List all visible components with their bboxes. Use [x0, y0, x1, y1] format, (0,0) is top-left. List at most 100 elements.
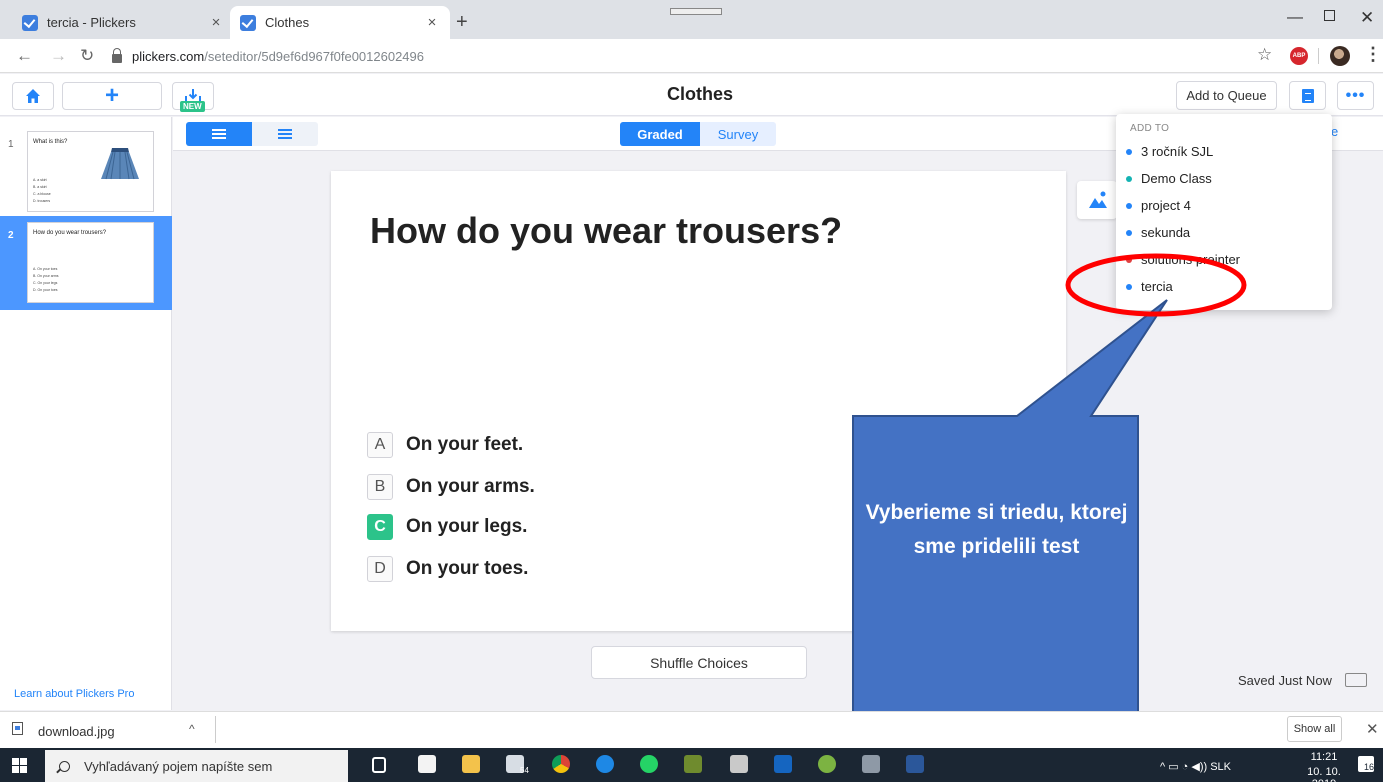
slide-list-item[interactable]: 1 What is this? A. a skirt B. a skirt C.… [0, 125, 172, 219]
address-bar[interactable]: plickers.com/seteditor/5d9ef6d967f0fe001… [112, 44, 1232, 68]
close-tab-icon[interactable]: × [208, 14, 224, 31]
choice-letter[interactable]: D [367, 556, 393, 582]
notification-count: 16 [1363, 762, 1374, 772]
close-window-icon[interactable]: ✕ [1360, 8, 1374, 28]
answer-choice-c[interactable]: C On your legs. [367, 514, 527, 540]
class-name: sekunda [1141, 225, 1191, 240]
left-align-button[interactable] [186, 122, 252, 146]
toolbar-divider [1318, 48, 1319, 64]
thumbnail-choice: C. a blouse [33, 192, 51, 196]
file-explorer-icon[interactable] [462, 755, 480, 773]
affinity-icon[interactable] [684, 755, 702, 773]
adblock-plus-icon[interactable]: ABP [1290, 47, 1308, 65]
keyboard-shortcuts-icon[interactable] [1345, 673, 1367, 687]
class-name: 3 ročník SJL [1141, 144, 1214, 159]
class-option[interactable]: sekunda [1126, 225, 1190, 240]
new-tab-plus-icon[interactable]: + [456, 12, 468, 32]
callout-text: Vyberieme si triedu, ktorej sme pridelil… [865, 501, 1128, 558]
class-name: tercia [1141, 279, 1173, 294]
choice-text[interactable]: On your arms. [406, 476, 535, 498]
download-file-name[interactable]: download.jpg [38, 724, 115, 739]
choice-text[interactable]: On your feet. [406, 434, 523, 456]
back-arrow-icon[interactable]: ← [16, 46, 33, 66]
choice-letter-correct[interactable]: C [367, 514, 393, 540]
url-host: plickers.com [132, 48, 205, 64]
show-all-button[interactable]: Show all [1287, 716, 1342, 742]
survey-toggle[interactable]: Survey [700, 122, 776, 146]
notification-center-icon[interactable]: 16 [1358, 756, 1374, 772]
maximize-window-icon[interactable] [1324, 10, 1335, 21]
thumbnail-choice: A. On your toes [33, 267, 58, 271]
browser-tab-tercia[interactable]: tercia - Plickers × [12, 6, 234, 39]
profile-avatar[interactable] [1330, 46, 1350, 66]
class-option[interactable]: Demo Class [1126, 171, 1212, 186]
learn-about-pro-link[interactable]: Learn about Plickers Pro [14, 688, 134, 700]
bookmark-star-icon[interactable]: ☆ [1257, 45, 1272, 65]
store-icon[interactable] [418, 755, 436, 773]
whatsapp-icon[interactable] [640, 755, 658, 773]
close-downloads-icon[interactable]: ✕ [1366, 720, 1379, 738]
leaf-app-icon[interactable] [818, 755, 836, 773]
minimize-window-icon[interactable]: — [1287, 9, 1303, 27]
forward-arrow-icon[interactable]: → [50, 46, 67, 66]
paint-icon[interactable] [862, 755, 880, 773]
home-button[interactable] [12, 82, 54, 110]
close-tab-icon[interactable]: × [424, 14, 440, 31]
clock-time[interactable]: 11:21 [1300, 751, 1348, 763]
language-indicator[interactable]: SLK [1210, 761, 1231, 773]
answer-choice-b[interactable]: B On your arms. [367, 474, 535, 500]
choice-text[interactable]: On your toes. [406, 558, 528, 580]
clock-date[interactable]: 10. 10. 2019 [1296, 766, 1352, 782]
tools-icon[interactable] [730, 755, 748, 773]
slide-list-item-selected[interactable]: 2 How do you wear trousers? A. On your t… [0, 216, 172, 310]
graded-toggle[interactable]: Graded [620, 122, 700, 146]
plus-icon: + [104, 82, 119, 109]
edge-icon[interactable] [596, 755, 614, 773]
task-view-icon[interactable] [372, 757, 386, 773]
choice-text[interactable]: On your legs. [406, 516, 527, 538]
align-center-icon [278, 129, 292, 139]
class-option[interactable]: tercia [1126, 279, 1173, 294]
document-button[interactable] [1289, 81, 1326, 110]
new-badge: NEW [180, 101, 205, 112]
file-icon [12, 722, 23, 735]
image-icon [1089, 191, 1107, 208]
window-drag-handle[interactable] [670, 8, 722, 15]
taskbar-search-field[interactable]: Vyhľadávaný pojem napíšte sem [45, 750, 348, 782]
choice-letter[interactable]: A [367, 432, 393, 458]
word-icon[interactable] [906, 755, 924, 773]
dropdown-header: ADD TO [1130, 123, 1170, 134]
slide-number: 2 [8, 230, 14, 241]
shuffle-choices-button[interactable]: Shuffle Choices [591, 646, 807, 679]
class-color-dot [1126, 229, 1132, 236]
choice-letter[interactable]: B [367, 474, 393, 500]
chrome-menu-icon[interactable]: ⋮ [1364, 44, 1382, 65]
answer-choice-a[interactable]: A On your feet. [367, 432, 523, 458]
page-title: Clothes [666, 84, 733, 104]
add-to-queue-button[interactable]: Add to Queue [1176, 81, 1277, 110]
center-align-button[interactable] [252, 122, 318, 146]
question-text[interactable]: How do you wear trousers? [370, 210, 842, 252]
chevron-up-icon[interactable]: ^ [189, 722, 195, 736]
add-image-button[interactable] [1077, 181, 1117, 219]
search-placeholder: Vyhľadávaný pojem napíšte sem [84, 758, 273, 774]
document-icon [1301, 88, 1314, 103]
skirt-image [101, 148, 139, 180]
search-icon [59, 760, 70, 772]
add-new-button[interactable]: + [62, 82, 162, 110]
plickers-favicon-icon [240, 14, 256, 31]
reload-icon[interactable]: ↻ [80, 46, 94, 66]
windows-start-icon[interactable] [12, 758, 27, 773]
answer-choice-d[interactable]: D On your toes. [367, 556, 528, 582]
chrome-icon[interactable] [552, 755, 570, 773]
class-option[interactable]: project 4 [1126, 198, 1191, 213]
more-options-button[interactable]: ••• [1337, 81, 1374, 110]
thumbnail-choice: A. a skirt [33, 178, 47, 182]
system-tray[interactable]: ^ ▭ ◔ ◀)) SLK [1160, 760, 1231, 773]
browser-tab-clothes[interactable]: Clothes × [230, 6, 450, 39]
thumbnail-question: What is this? [33, 139, 68, 145]
home-icon [26, 89, 40, 103]
class-option[interactable]: 3 ročník SJL [1126, 144, 1213, 159]
mathtype-icon[interactable] [774, 755, 792, 773]
class-option[interactable]: solutions preinter [1126, 252, 1240, 267]
